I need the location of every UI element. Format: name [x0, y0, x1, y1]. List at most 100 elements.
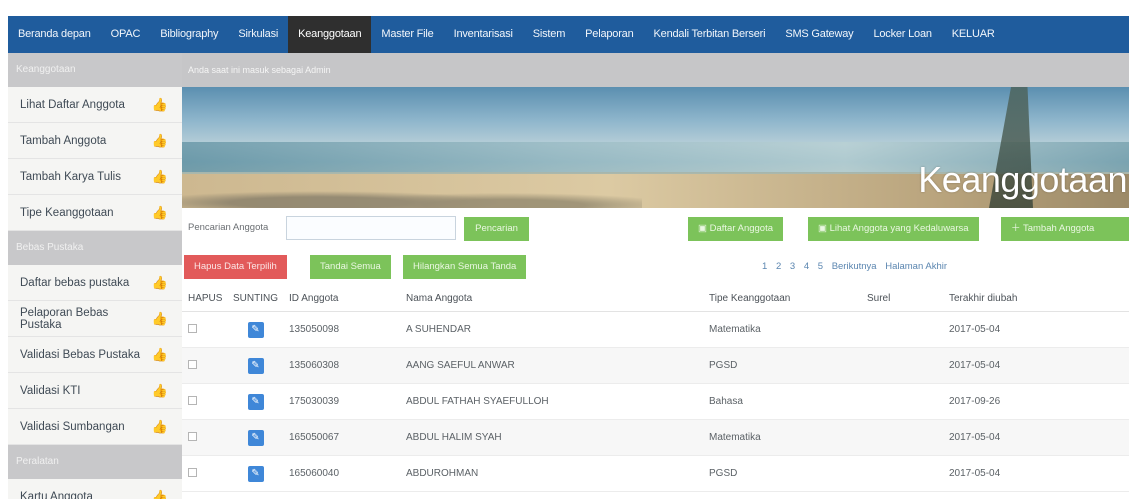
overdue-members-button[interactable]: ▣ Lihat Anggota yang Kedaluwarsa [808, 217, 979, 241]
sidebar-item-label: Pelaporan Bebas Pustaka [20, 306, 109, 331]
delete-selected-button[interactable]: Hapus Data Terpilih [184, 255, 287, 279]
member-id: 135060308 [289, 360, 340, 371]
sidebar-item-daftar-bebas-pustaka[interactable]: Daftar bebas pustaka 👍 [8, 265, 182, 301]
member-type: PGSD [709, 360, 738, 371]
table-header: HAPUS SUNTING ID Anggota Nama Anggota Ti… [182, 286, 1129, 312]
sidebar-item-tipe-keanggotaan[interactable]: Tipe Keanggotaan 👍 [8, 195, 182, 231]
nav-locker-loan[interactable]: Locker Loan [863, 16, 941, 53]
thumbs-up-icon: 👍 [151, 418, 168, 434]
thumbs-up-icon: 👍 [151, 132, 168, 148]
nav-master-file[interactable]: Master File [371, 16, 443, 53]
top-navigation: Beranda depan OPAC Bibliography Sirkulas… [8, 16, 1129, 53]
page-link-1[interactable]: 1 [762, 261, 767, 272]
delete-checkbox[interactable] [188, 359, 197, 369]
nav-keanggotaan[interactable]: Keanggotaan [288, 16, 372, 53]
sidebar-item-pelaporan-bebas-pustaka[interactable]: Pelaporan Bebas Pustaka 👍 [8, 301, 182, 337]
sidebar-item-tambah-anggota[interactable]: Tambah Anggota 👍 [8, 123, 182, 159]
search-input[interactable] [286, 216, 456, 240]
member-name[interactable]: ABDUL HALIM SYAH [406, 432, 709, 443]
sidebar-section-header: Peralatan [8, 445, 182, 479]
sidebar-item-validasi-sumbangan[interactable]: Validasi Sumbangan 👍 [8, 409, 182, 445]
sidebar-item-validasi-kti[interactable]: Validasi KTI 👍 [8, 373, 182, 409]
sidebar-item-label: Kartu Anggota [20, 490, 93, 499]
members-table: HAPUS SUNTING ID Anggota Nama Anggota Ti… [182, 286, 1129, 492]
table-row: ✎ 165050067 ABDUL HALIM SYAH Matematika … [182, 420, 1129, 456]
nav-bibliography[interactable]: Bibliography [150, 16, 228, 53]
nav-opac[interactable]: OPAC [101, 16, 151, 53]
member-updated: 2017-09-26 [949, 396, 1001, 407]
table-row: ✎ 165060040 ABDUROHMAN PGSD 2017-05-04 [182, 456, 1129, 492]
sidebar-item-label: Validasi KTI [20, 384, 81, 397]
table-row: ✎ 135050098 A SUHENDAR Matematika 2017-0… [182, 312, 1129, 348]
member-name[interactable]: AANG SAEFUL ANWAR [406, 360, 709, 371]
sidebar-item-lihat-daftar-anggota[interactable]: Lihat Daftar Anggota 👍 [8, 87, 182, 123]
column-header-sunting: SUNTING [233, 293, 278, 304]
edit-icon[interactable]: ✎ [247, 321, 264, 338]
nav-keluar[interactable]: KELUAR [942, 16, 1005, 53]
search-button[interactable]: Pencarian [464, 217, 529, 241]
column-header-terakhir-diubah[interactable]: Terakhir diubah [949, 293, 1129, 304]
add-member-label: Tambah Anggota [1022, 223, 1095, 234]
list-icon: ▣ [818, 223, 830, 234]
thumbs-up-icon: 👍 [151, 274, 168, 290]
nav-sms-gateway[interactable]: SMS Gateway [775, 16, 863, 53]
edit-icon[interactable]: ✎ [247, 357, 264, 374]
thumbs-up-icon: 👍 [151, 382, 168, 398]
plus-icon: ＋ [1011, 223, 1023, 234]
column-header-hapus: HAPUS [188, 293, 223, 304]
member-name[interactable]: A SUHENDAR [406, 324, 709, 335]
page-link-3[interactable]: 3 [790, 261, 795, 272]
page-link-next[interactable]: Berikutnya [832, 261, 877, 272]
overdue-members-label: Lihat Anggota yang Kedaluwarsa [829, 223, 969, 234]
unmark-all-button[interactable]: Hilangkan Semua Tanda [403, 255, 527, 279]
column-header-tipe[interactable]: Tipe Keanggotaan [709, 293, 867, 304]
delete-checkbox[interactable] [188, 395, 197, 405]
sidebar: Keanggotaan Lihat Daftar Anggota 👍 Tamba… [8, 53, 182, 499]
sidebar-item-label: Tambah Karya Tulis [20, 170, 121, 183]
nav-inventarisasi[interactable]: Inventarisasi [444, 16, 523, 53]
member-id: 165050067 [289, 432, 340, 443]
thumbs-up-icon: 👍 [151, 168, 168, 184]
member-id: 135050098 [289, 324, 340, 335]
member-type: PGSD [709, 468, 738, 479]
sidebar-item-tambah-karya-tulis[interactable]: Tambah Karya Tulis 👍 [8, 159, 182, 195]
page-link-last[interactable]: Halaman Akhir [885, 261, 947, 272]
sidebar-item-validasi-bebas-pustaka[interactable]: Validasi Bebas Pustaka 👍 [8, 337, 182, 373]
sidebar-item-label: Validasi Sumbangan [20, 420, 125, 433]
column-header-nama[interactable]: Nama Anggota [406, 293, 709, 304]
search-label: Pencarian Anggota [188, 222, 269, 233]
edit-icon[interactable]: ✎ [247, 393, 264, 410]
member-type: Bahasa [709, 396, 743, 407]
sidebar-item-label: Validasi Bebas Pustaka [20, 348, 140, 361]
nav-sistem[interactable]: Sistem [523, 16, 575, 53]
member-name[interactable]: ABDUROHMAN [406, 468, 709, 479]
edit-icon[interactable]: ✎ [247, 465, 264, 482]
member-name[interactable]: ABDUL FATHAH SYAEFULLOH [406, 396, 709, 407]
thumbs-up-icon: 👍 [151, 346, 168, 362]
nav-sirkulasi[interactable]: Sirkulasi [228, 16, 288, 53]
sidebar-item-label: Tambah Anggota [20, 134, 107, 147]
delete-checkbox[interactable] [188, 431, 197, 441]
sidebar-item-kartu-anggota[interactable]: Kartu Anggota 👍 [8, 479, 182, 499]
sidebar-item-label: Lihat Daftar Anggota [20, 98, 125, 111]
delete-checkbox[interactable] [188, 323, 197, 333]
add-member-button[interactable]: ＋ Tambah Anggota [1001, 217, 1129, 241]
column-header-surel[interactable]: Surel [867, 293, 949, 304]
page-link-4[interactable]: 4 [804, 261, 809, 272]
banner-image-rocks [182, 182, 642, 208]
page-link-5[interactable]: 5 [818, 261, 823, 272]
nav-beranda[interactable]: Beranda depan [8, 16, 101, 53]
nav-pelaporan[interactable]: Pelaporan [575, 16, 643, 53]
nav-kendali-terbitan[interactable]: Kendali Terbitan Berseri [644, 16, 776, 53]
sidebar-section-header: Bebas Pustaka [8, 231, 182, 265]
column-header-id[interactable]: ID Anggota [289, 293, 406, 304]
thumbs-up-icon: 👍 [151, 96, 168, 112]
member-updated: 2017-05-04 [949, 360, 1001, 371]
edit-icon[interactable]: ✎ [247, 429, 264, 446]
member-id: 165060040 [289, 468, 340, 479]
delete-checkbox[interactable] [188, 467, 197, 477]
page-link-2[interactable]: 2 [776, 261, 781, 272]
list-members-button[interactable]: ▣ Daftar Anggota [688, 217, 784, 241]
member-type: Matematika [709, 324, 761, 335]
mark-all-button[interactable]: Tandai Semua [310, 255, 391, 279]
